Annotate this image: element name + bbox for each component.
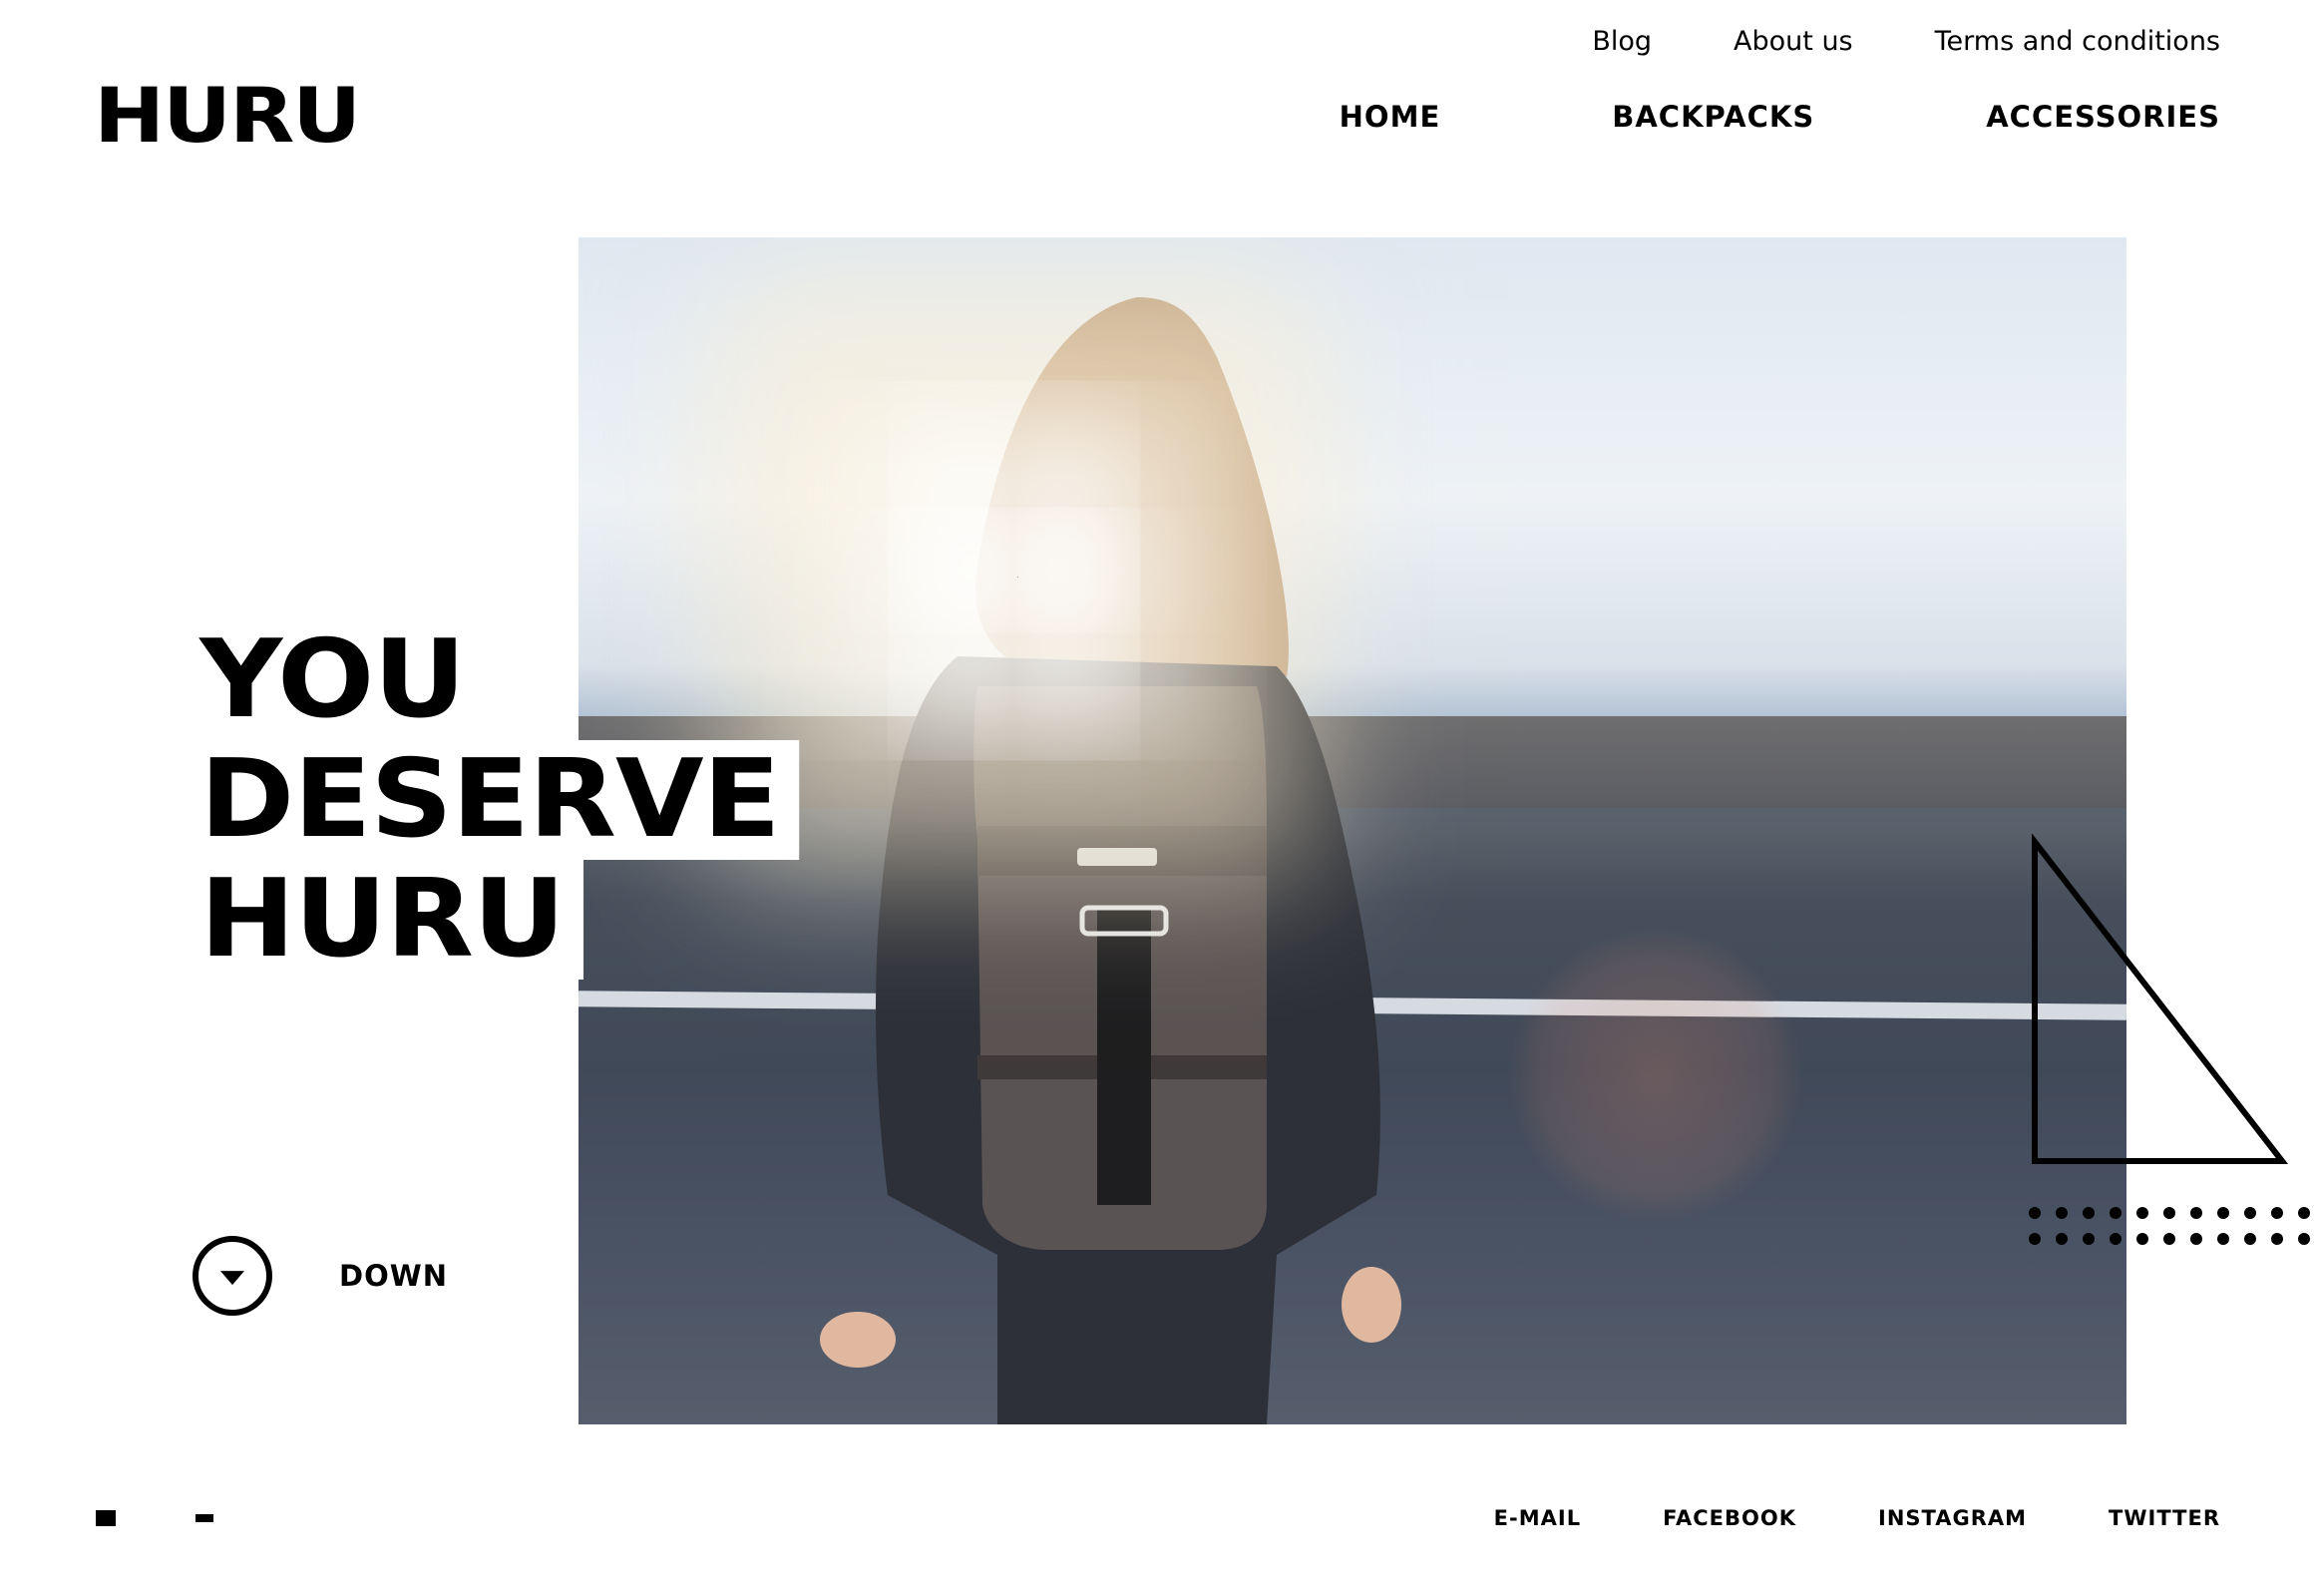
utility-nav: Blog About us Terms and conditions <box>1592 26 2220 57</box>
scroll-down-label[interactable]: DOWN <box>339 1259 448 1293</box>
huru-logo[interactable]: HURU <box>94 78 361 154</box>
headline-line-3: HURU <box>195 860 583 980</box>
triangle-down-icon <box>220 1271 244 1286</box>
sun-glare <box>1017 577 1018 578</box>
nav-link-terms[interactable]: Terms and conditions <box>1935 26 2220 57</box>
hero-headline: YOU DESERVE HURU <box>195 620 799 980</box>
nav-link-backpacks[interactable]: BACKPACKS <box>1612 100 1814 134</box>
woman-with-backpack-figure <box>820 297 1401 1424</box>
scroll-down-button[interactable] <box>193 1236 272 1316</box>
pager-slide-2[interactable] <box>195 1514 213 1522</box>
social-link-twitter[interactable]: TWITTER <box>2109 1506 2220 1530</box>
pager-slide-1[interactable] <box>96 1510 116 1526</box>
social-link-instagram[interactable]: INSTAGRAM <box>1878 1506 2027 1530</box>
nav-link-home[interactable]: HOME <box>1340 100 1441 134</box>
hero-photo-woman-with-backpack <box>578 237 2126 1424</box>
main-nav: HOME BACKPACKS ACCESSORIES <box>1340 100 2220 134</box>
social-links: E-MAIL FACEBOOK INSTAGRAM TWITTER <box>1494 1506 2220 1530</box>
nav-link-about-us[interactable]: About us <box>1734 26 1853 57</box>
headline-line-2: DESERVE <box>195 740 799 860</box>
dot-grid-decoration <box>2029 1207 2310 1245</box>
headline-line-1: YOU <box>195 620 485 740</box>
triangle-outline-icon <box>2032 834 2289 1164</box>
social-link-email[interactable]: E-MAIL <box>1494 1506 1581 1530</box>
social-link-facebook[interactable]: FACEBOOK <box>1663 1506 1796 1530</box>
nav-link-accessories[interactable]: ACCESSORIES <box>1986 100 2220 134</box>
nav-link-blog[interactable]: Blog <box>1592 26 1652 57</box>
